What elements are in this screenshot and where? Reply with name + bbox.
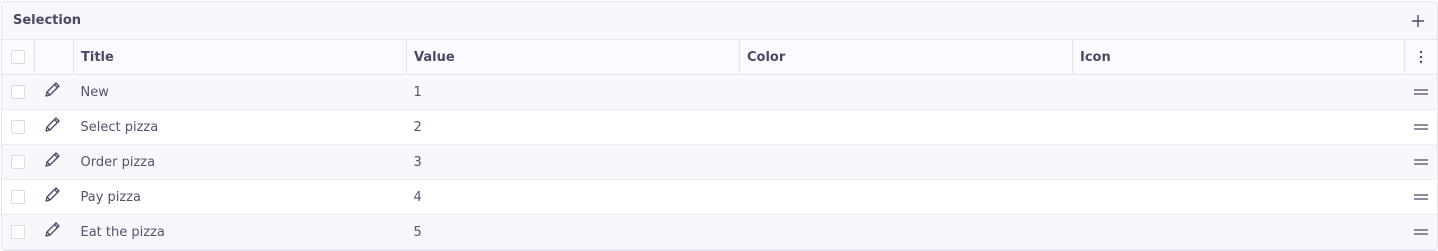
cell-color[interactable] [739,179,1073,215]
cell-color[interactable] [739,214,1073,250]
row-select-cell[interactable] [2,214,35,250]
panel-header: Selection [2,2,1437,40]
cell-icon[interactable] [1072,179,1405,215]
drag-handle-icon [1413,159,1428,165]
row-select-cell[interactable] [2,144,35,180]
header-select-all[interactable] [2,40,35,75]
selection-table: Title Value Color Icon New 1 Select pizz… [2,40,1437,250]
cell-icon[interactable] [1072,144,1405,180]
table-header-row: Title Value Color Icon [2,40,1437,75]
cell-value[interactable]: 1 [406,74,740,110]
cell-color[interactable] [739,144,1073,180]
cell-color[interactable] [739,74,1073,110]
cell-title[interactable]: New [73,74,407,110]
row-edit-button[interactable] [34,74,74,110]
cell-icon[interactable] [1072,214,1405,250]
add-row-button[interactable] [1409,12,1427,30]
column-header-icon[interactable]: Icon [1072,40,1405,75]
header-edit-column [34,40,74,75]
table-row[interactable]: New 1 [2,74,1437,110]
row-select-cell[interactable] [2,109,35,145]
table-row[interactable]: Select pizza 2 [2,109,1437,145]
cell-value[interactable]: 3 [406,144,740,180]
cell-value[interactable]: 2 [406,109,740,145]
cell-icon[interactable] [1072,74,1405,110]
cell-title[interactable]: Select pizza [73,109,407,145]
pencil-icon [44,152,60,167]
table-row[interactable]: Eat the pizza 5 [2,214,1437,250]
pencil-icon [44,187,60,202]
column-header-title[interactable]: Title [73,40,407,75]
panel-title: Selection [13,13,82,28]
plus-icon [1412,14,1424,27]
drag-handle-icon [1413,194,1428,200]
row-checkbox[interactable] [11,85,25,99]
row-drag-handle[interactable] [1404,74,1437,110]
select-all-checkbox[interactable] [11,50,25,64]
row-drag-handle[interactable] [1404,214,1437,250]
cell-title[interactable]: Pay pizza [73,179,407,215]
drag-handle-icon [1413,124,1428,130]
row-checkbox[interactable] [11,155,25,169]
cell-title[interactable]: Eat the pizza [73,214,407,250]
column-header-value[interactable]: Value [406,40,740,75]
cell-value[interactable]: 4 [406,179,740,215]
row-edit-button[interactable] [34,214,74,250]
row-drag-handle[interactable] [1404,179,1437,215]
cell-color[interactable] [739,109,1073,145]
column-header-color[interactable]: Color [739,40,1073,75]
row-drag-handle[interactable] [1404,109,1437,145]
row-edit-button[interactable] [34,179,74,215]
cell-icon[interactable] [1072,109,1405,145]
cell-title[interactable]: Order pizza [73,144,407,180]
table-row[interactable]: Order pizza 3 [2,144,1437,180]
row-checkbox[interactable] [11,225,25,239]
pencil-icon [44,117,60,132]
table-row[interactable]: Pay pizza 4 [2,179,1437,215]
row-edit-button[interactable] [34,109,74,145]
row-select-cell[interactable] [2,74,35,110]
drag-handle-icon [1413,89,1428,95]
cell-value[interactable]: 5 [406,214,740,250]
row-checkbox[interactable] [11,190,25,204]
drag-handle-icon [1413,229,1428,235]
row-edit-button[interactable] [34,144,74,180]
pencil-icon [44,222,60,237]
row-select-cell[interactable] [2,179,35,215]
column-menu-button[interactable] [1404,40,1437,75]
selection-panel: Selection Title Value Color Icon New 1 S… [1,1,1438,251]
vertical-dots-icon [1419,50,1423,64]
row-drag-handle[interactable] [1404,144,1437,180]
pencil-icon [44,82,60,97]
row-checkbox[interactable] [11,120,25,134]
